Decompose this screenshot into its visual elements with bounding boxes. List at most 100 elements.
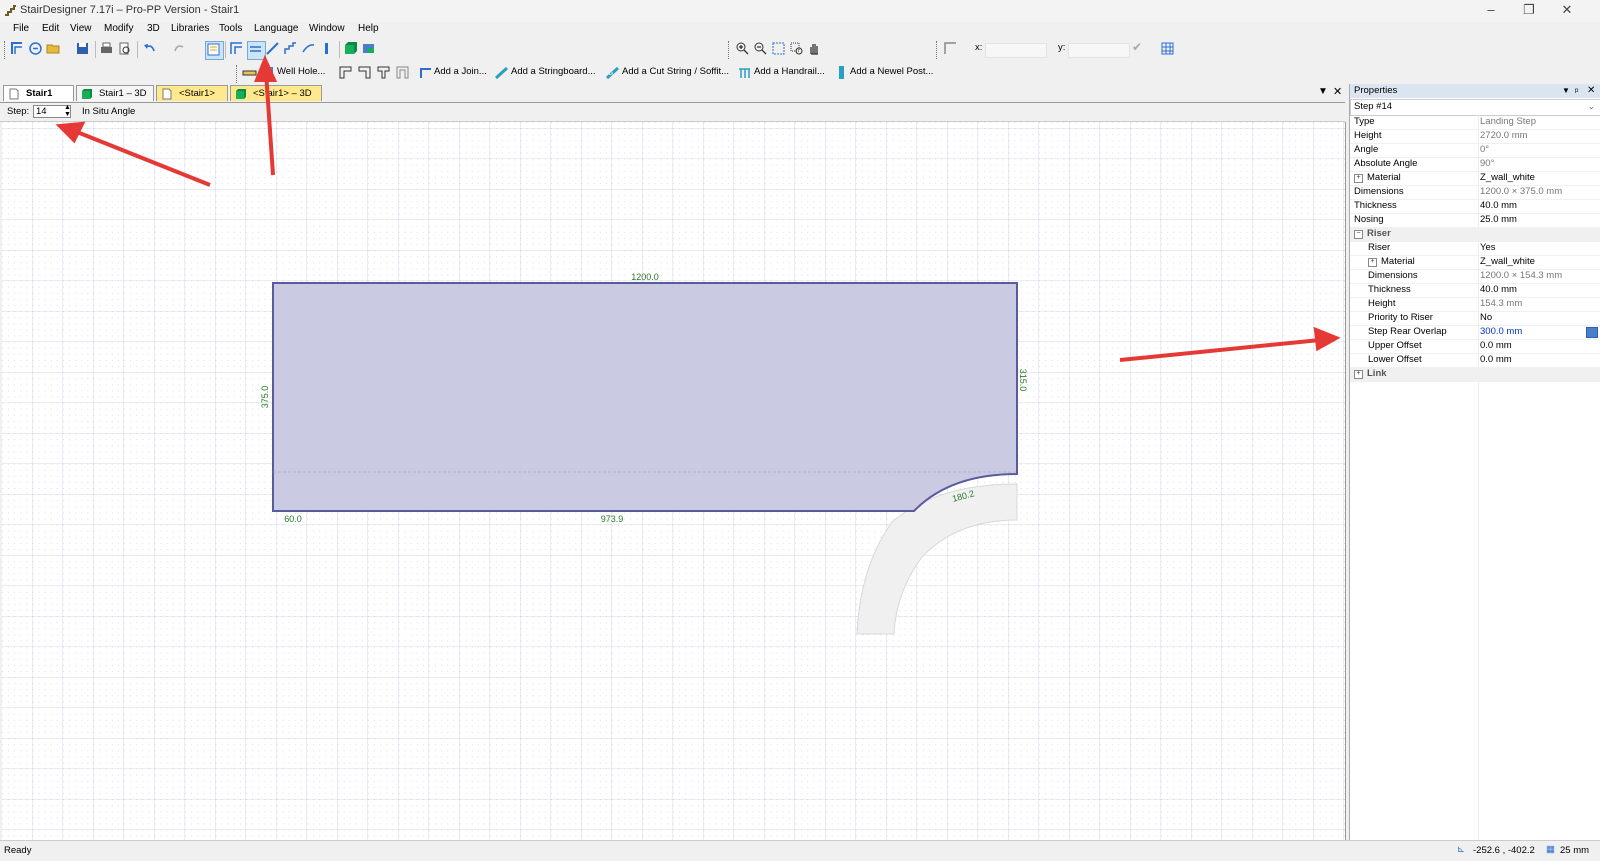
expand-icon[interactable]: + <box>1354 370 1363 379</box>
property-row-lower-offset[interactable]: Lower Offset 0.0 mm <box>1350 353 1600 368</box>
handrail-view-button[interactable] <box>301 41 318 58</box>
property-row-step-rear-overlap[interactable]: Step Rear Overlap 300.0 mm <box>1350 325 1600 340</box>
menu-help[interactable]: Help <box>358 23 379 34</box>
property-row-riser-height[interactable]: Height 154.3 mm <box>1350 297 1600 312</box>
step-shape-2-button[interactable] <box>357 65 374 82</box>
toolbar-separator <box>225 41 226 58</box>
menu-file[interactable]: File <box>13 23 29 34</box>
redo-button[interactable] <box>172 41 189 58</box>
property-category-riser[interactable]: − Riser <box>1350 227 1600 242</box>
menu-view[interactable]: View <box>70 23 92 34</box>
add-stringboard-button[interactable]: Add a Stringboard... <box>511 66 596 77</box>
menu-language[interactable]: Language <box>254 23 299 34</box>
tab-list-dropdown-icon[interactable]: ▼ <box>1318 86 1328 97</box>
property-value: 0.0 mm <box>1480 354 1512 365</box>
menu-3d[interactable]: 3D <box>147 23 160 34</box>
add-join-button[interactable]: Add a Join... <box>434 66 487 77</box>
elevation-view-button[interactable] <box>283 41 300 58</box>
menu-tools[interactable]: Tools <box>219 23 242 34</box>
add-newel-post-button[interactable]: Add a Newel Post... <box>850 66 933 77</box>
property-row-thickness[interactable]: Thickness 40.0 mm <box>1350 199 1600 214</box>
property-row-riser-thickness[interactable]: Thickness 40.0 mm <box>1350 283 1600 298</box>
close-tab-icon[interactable]: ✕ <box>1333 85 1342 98</box>
plan-view-button[interactable] <box>229 41 246 58</box>
tab-stair1-3d[interactable]: Stair1 – 3D <box>76 85 154 101</box>
y-coord-input[interactable] <box>1068 43 1130 58</box>
step-tool-icon[interactable] <box>242 65 259 82</box>
property-row-nosing[interactable]: Nosing 25.0 mm <box>1350 213 1600 228</box>
property-row-priority-to-riser[interactable]: Priority to Riser No <box>1350 311 1600 326</box>
menu-libraries[interactable]: Libraries <box>171 23 209 34</box>
expand-icon[interactable]: + <box>1368 258 1377 267</box>
restore-button[interactable]: ❐ <box>1510 0 1548 22</box>
zoom-window-button[interactable] <box>789 41 806 58</box>
well-hole-icon[interactable] <box>260 65 277 82</box>
step-spinner-icon[interactable]: ▲ ▼ <box>64 104 71 118</box>
minimize-button[interactable]: – <box>1472 0 1510 22</box>
property-value[interactable]: 300.0 mm <box>1480 326 1522 337</box>
property-row-riser-dimensions[interactable]: Dimensions 1200.0 × 154.3 mm <box>1350 269 1600 284</box>
tab-stair1-copy[interactable]: <Stair1> <box>156 85 228 101</box>
add-cut-string-button[interactable]: Add a Cut String / Soffit... <box>622 66 729 77</box>
property-row-riser[interactable]: Riser Yes <box>1350 241 1600 256</box>
check-icon[interactable]: ✔ <box>1132 40 1142 54</box>
close-panel-icon[interactable]: ✕ <box>1587 84 1595 98</box>
collapse-icon[interactable]: − <box>1354 230 1363 239</box>
menu-window[interactable]: Window <box>309 23 345 34</box>
wizard-button[interactable] <box>28 41 45 58</box>
zoom-extents-button[interactable] <box>771 41 788 58</box>
panel-menu-icon[interactable]: ▼ <box>1562 84 1570 98</box>
save-button[interactable] <box>75 41 92 58</box>
step-shape-1-button[interactable] <box>338 65 355 82</box>
open-button[interactable] <box>46 41 63 58</box>
object-selector-dropdown[interactable]: Step #14 ⌄ <box>1350 99 1600 116</box>
property-category-link[interactable]: + Link <box>1350 367 1600 382</box>
property-row-dimensions[interactable]: Dimensions 1200.0 × 375.0 mm <box>1350 185 1600 200</box>
new-stair-button[interactable] <box>10 41 27 58</box>
toolbar-grip[interactable] <box>236 65 240 83</box>
step-shape-4-button[interactable] <box>395 65 412 82</box>
add-handrail-button[interactable]: Add a Handrail... <box>754 66 825 77</box>
property-row-riser-material[interactable]: + Material Z_wall_white <box>1350 255 1600 270</box>
3d-view-button[interactable] <box>343 41 360 58</box>
menu-modify[interactable]: Modify <box>104 23 133 34</box>
step-view-button[interactable] <box>247 41 266 60</box>
print-preview-button[interactable] <box>117 41 134 58</box>
close-window-button[interactable]: ✕ <box>1548 0 1586 22</box>
toolbar-grip[interactable] <box>4 41 8 59</box>
zoom-in-button[interactable] <box>735 41 752 58</box>
property-row-material[interactable]: + Material Z_wall_white <box>1350 171 1600 186</box>
toolbar-grip[interactable] <box>936 41 940 59</box>
pan-button[interactable] <box>807 41 824 58</box>
snap-button[interactable] <box>943 41 960 58</box>
property-value: Z_wall_white <box>1480 256 1535 267</box>
tab-stair1[interactable]: Stair1 <box>3 85 74 101</box>
tab-stair1-copy-3d[interactable]: <Stair1> – 3D <box>230 85 322 101</box>
print-button[interactable] <box>99 41 116 58</box>
pin-icon[interactable]: ᵖ <box>1575 84 1578 98</box>
well-hole-button[interactable]: Well Hole... <box>277 66 325 77</box>
newel-view-button[interactable] <box>319 41 336 58</box>
step-shape-3-button[interactable] <box>376 65 393 82</box>
drawing-canvas[interactable]: 1200.0 375.0 315.0 60.0 973.9 180.2 <box>2 122 1346 840</box>
stringer-view-button[interactable] <box>265 41 282 58</box>
menu-edit[interactable]: Edit <box>42 23 59 34</box>
property-name: Thickness <box>1354 200 1397 211</box>
property-value: No <box>1480 312 1493 323</box>
property-row-height[interactable]: Height 2720.0 mm <box>1350 129 1600 144</box>
zoom-out-button[interactable] <box>753 41 770 58</box>
property-value: 0° <box>1480 144 1490 155</box>
property-row-upper-offset[interactable]: Upper Offset 0.0 mm <box>1350 339 1600 354</box>
property-row-type[interactable]: Type Landing Step <box>1350 115 1600 130</box>
expand-icon[interactable]: + <box>1354 174 1363 183</box>
grid-button[interactable] <box>1160 41 1177 58</box>
x-coord-input[interactable] <box>985 43 1047 58</box>
edit-value-icon[interactable] <box>1586 327 1598 338</box>
render-button[interactable] <box>361 41 378 58</box>
property-row-angle[interactable]: Angle 0° <box>1350 143 1600 158</box>
properties-toggle-button[interactable] <box>205 41 224 60</box>
property-row-absolute-angle[interactable]: Absolute Angle 90° <box>1350 157 1600 172</box>
landing-step-shape[interactable] <box>272 282 1018 512</box>
undo-button[interactable] <box>142 41 159 58</box>
toolbar-grip[interactable] <box>728 41 732 59</box>
